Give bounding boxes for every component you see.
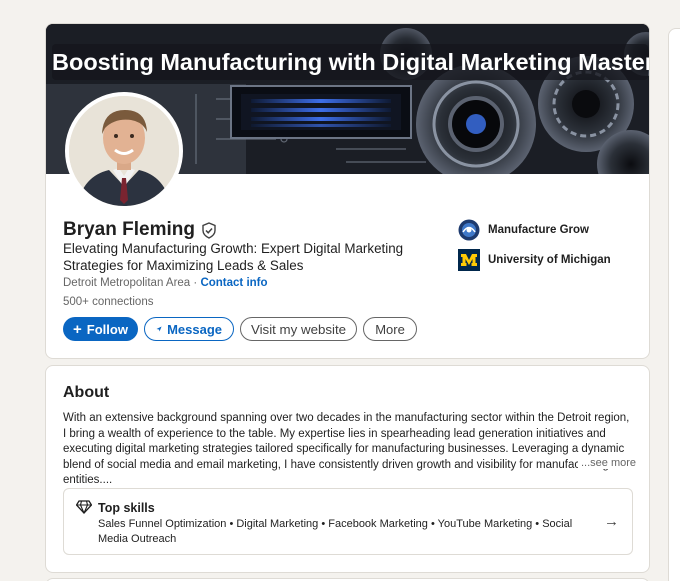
- location-row: Detroit Metropolitan Area · Contact info: [63, 277, 268, 289]
- message-button[interactable]: Message: [144, 317, 234, 341]
- university-logo-icon: [458, 249, 480, 271]
- follow-label: Follow: [86, 321, 128, 337]
- more-label: More: [375, 321, 405, 337]
- profile-headline: Elevating Manufacturing Growth: Expert D…: [63, 241, 404, 273]
- about-heading: About: [63, 384, 110, 401]
- current-company[interactable]: Manufacture Grow: [458, 219, 589, 241]
- about-text: With an extensive background spanning ov…: [63, 412, 630, 486]
- education-school[interactable]: University of Michigan: [458, 249, 611, 271]
- top-skills-title: Top skills: [98, 501, 155, 515]
- avatar[interactable]: [65, 92, 183, 210]
- avatar-portrait: [69, 96, 179, 206]
- message-label: Message: [167, 321, 222, 337]
- connections-count[interactable]: 500+ connections: [63, 296, 153, 308]
- profile-location: Detroit Metropolitan Area: [63, 277, 191, 289]
- see-more-link[interactable]: ...see more: [578, 457, 637, 469]
- top-skills-card[interactable]: Top skills Sales Funnel Optimization • D…: [63, 488, 633, 555]
- verified-shield-icon[interactable]: [201, 221, 217, 239]
- profile-name: Bryan Fleming: [63, 219, 195, 240]
- profile-card: Boosting Manufacturing with Digital Mark…: [45, 23, 650, 359]
- plus-icon: +: [73, 320, 82, 338]
- arrow-right-icon[interactable]: →: [604, 513, 619, 530]
- top-skills-list: Sales Funnel Optimization • Digital Mark…: [98, 518, 573, 545]
- more-button[interactable]: More: [363, 317, 417, 341]
- banner-title: Boosting Manufacturing with Digital Mark…: [52, 44, 649, 80]
- diamond-icon: [76, 500, 92, 514]
- website-label: Visit my website: [250, 321, 347, 337]
- contact-info-link[interactable]: Contact info: [200, 277, 267, 289]
- company-name: Manufacture Grow: [488, 224, 589, 236]
- company-logo-icon: [458, 219, 480, 241]
- about-card: About With an extensive background spann…: [45, 365, 650, 573]
- follow-button[interactable]: + Follow: [63, 317, 138, 341]
- send-icon: [156, 326, 162, 332]
- profile-actions: + Follow Message Visit my website More: [63, 317, 417, 341]
- right-rail-card: [668, 28, 680, 581]
- location-separator: ·: [193, 277, 198, 289]
- name-row: Bryan Fleming: [63, 219, 217, 241]
- visit-website-button[interactable]: Visit my website: [240, 317, 357, 341]
- school-name: University of Michigan: [488, 254, 611, 266]
